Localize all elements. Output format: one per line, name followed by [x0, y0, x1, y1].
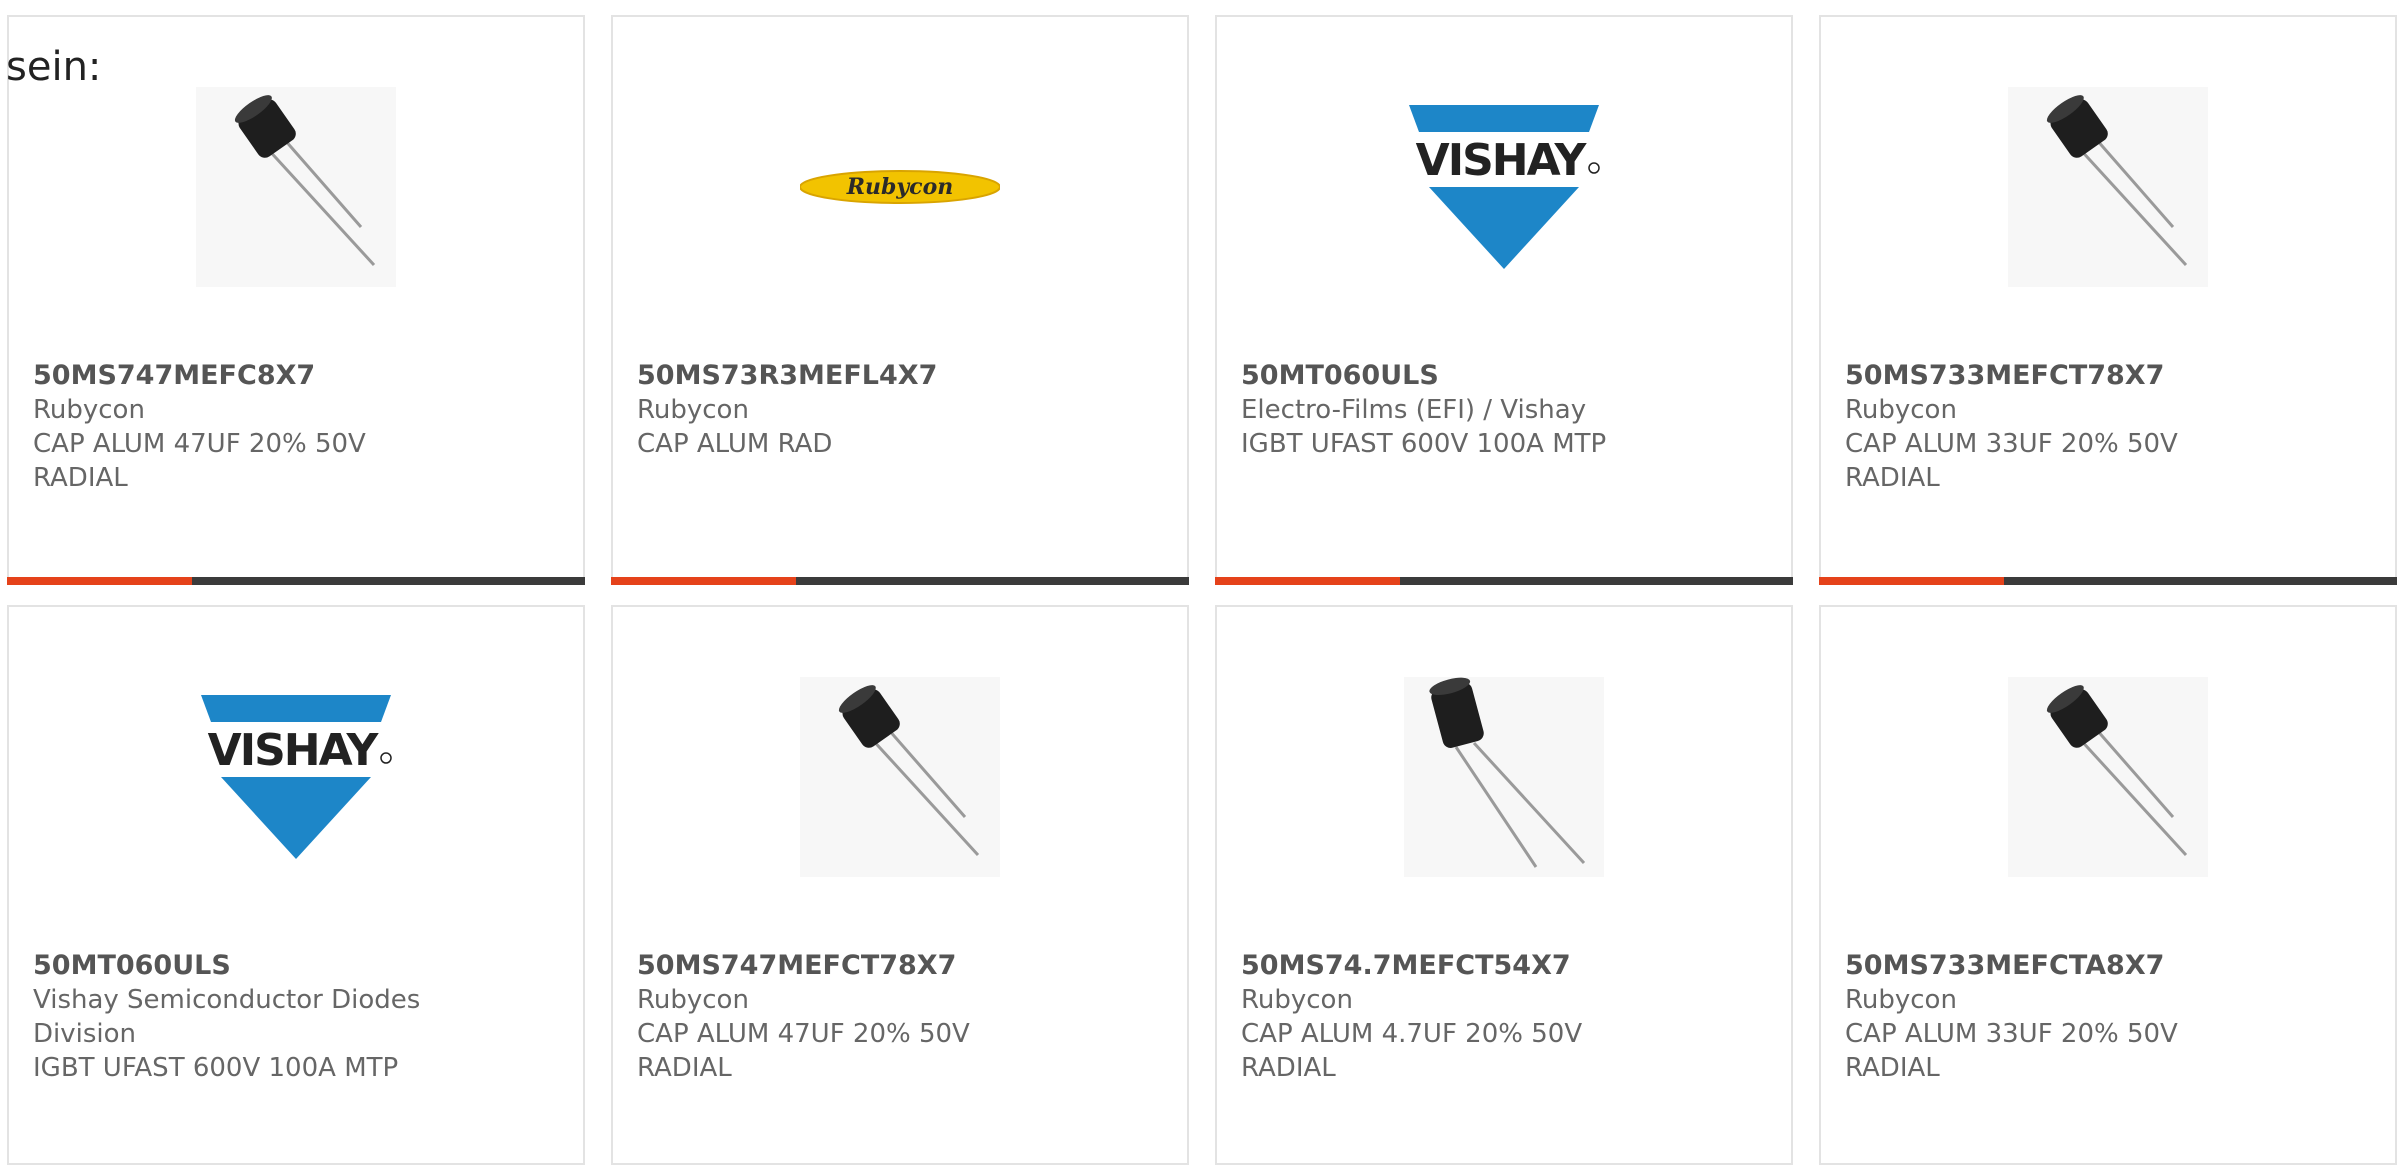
manufacturer: Vishay Semiconductor Diodes — [33, 985, 421, 1015]
manufacturer: Rubycon — [1845, 985, 1957, 1015]
part-number-link[interactable]: 50MS747MEFC8X7 — [33, 359, 563, 393]
intro-text: sein: — [6, 44, 102, 90]
part-number-link[interactable]: 50MS733MEFCTA8X7 — [1845, 949, 2375, 983]
part-number-link[interactable]: 50MS733MEFCT78X7 — [1845, 359, 2375, 393]
description: CAP ALUM 47UF 20% 50V — [33, 429, 366, 459]
description-cont: RADIAL — [1241, 1053, 1336, 1083]
card-progress-bar — [1215, 577, 1793, 585]
manufacturer: Rubycon — [1241, 985, 1353, 1015]
rubycon-logo-image[interactable]: Rubycon — [800, 87, 1000, 287]
capacitor-image[interactable] — [196, 87, 396, 287]
manufacturer: Rubycon — [1845, 395, 1957, 425]
manufacturer-cont: Division — [33, 1019, 137, 1049]
part-number-link[interactable]: 50MS73R3MEFL4X7 — [637, 359, 1167, 393]
product-info: 50MS733MEFCTA8X7 Rubycon CAP ALUM 33UF 2… — [1845, 949, 2375, 1085]
product-info: 50MS74.7MEFCT54X7 Rubycon CAP ALUM 4.7UF… — [1241, 949, 1771, 1085]
description: CAP ALUM RAD — [637, 429, 833, 459]
progress-fill — [7, 577, 192, 585]
progress-fill — [1819, 577, 2004, 585]
product-info: 50MS73R3MEFL4X7 Rubycon CAP ALUM RAD — [637, 359, 1167, 461]
rubycon-logo-icon: Rubycon — [800, 170, 1000, 204]
progress-fill — [1215, 577, 1400, 585]
part-number-link[interactable]: 50MS747MEFCT78X7 — [637, 949, 1167, 983]
manufacturer: Electro-Films (EFI) / Vishay — [1241, 395, 1587, 425]
capacitor-icon — [1429, 677, 1586, 868]
product-info: 50MT060ULS Vishay Semiconductor Diodes D… — [33, 949, 563, 1085]
product-card[interactable]: 50MS733MEFCT78X7 Rubycon CAP ALUM 33UF 2… — [1819, 15, 2397, 585]
capacitor-icon — [234, 95, 376, 267]
rubycon-logo-text: Rubycon — [846, 174, 954, 200]
product-card[interactable]: 50MS747MEFCT78X7 Rubycon CAP ALUM 47UF 2… — [611, 605, 1189, 1165]
vishay-logo-icon: VISHAY — [1409, 105, 1600, 269]
part-number-link[interactable]: 50MT060ULS — [1241, 359, 1771, 393]
part-number-link[interactable]: 50MT060ULS — [33, 949, 563, 983]
part-number-link[interactable]: 50MS74.7MEFCT54X7 — [1241, 949, 1771, 983]
progress-fill — [611, 577, 796, 585]
product-info: 50MS747MEFC8X7 Rubycon CAP ALUM 47UF 20%… — [33, 359, 563, 495]
card-progress-bar — [7, 577, 585, 585]
card-progress-bar — [1819, 577, 2397, 585]
description-cont: RADIAL — [637, 1053, 732, 1083]
product-card[interactable]: 50MS733MEFCTA8X7 Rubycon CAP ALUM 33UF 2… — [1819, 605, 2397, 1165]
vishay-logo-text: VISHAY — [1416, 135, 1588, 186]
capacitor-image[interactable] — [1404, 677, 1604, 877]
vishay-logo-image[interactable]: VISHAY — [196, 677, 396, 877]
manufacturer: Rubycon — [637, 395, 749, 425]
vishay-logo-image[interactable]: VISHAY — [1404, 87, 1604, 287]
product-info: 50MT060ULS Electro-Films (EFI) / Vishay … — [1241, 359, 1771, 461]
product-grid: 50MS747MEFC8X7 Rubycon CAP ALUM 47UF 20%… — [0, 0, 2400, 1165]
description-cont: RADIAL — [1845, 463, 1940, 493]
capacitor-icon — [2046, 685, 2188, 857]
manufacturer: Rubycon — [33, 395, 145, 425]
description-cont: RADIAL — [1845, 1053, 1940, 1083]
manufacturer: Rubycon — [637, 985, 749, 1015]
capacitor-image[interactable] — [2008, 677, 2208, 877]
description: CAP ALUM 33UF 20% 50V — [1845, 429, 2178, 459]
description: CAP ALUM 33UF 20% 50V — [1845, 1019, 2178, 1049]
product-info: 50MS747MEFCT78X7 Rubycon CAP ALUM 47UF 2… — [637, 949, 1167, 1085]
description-cont: RADIAL — [33, 463, 128, 493]
product-card[interactable]: Rubycon 50MS73R3MEFL4X7 Rubycon CAP ALUM… — [611, 15, 1189, 585]
card-progress-bar — [611, 577, 1189, 585]
product-card[interactable]: 50MS747MEFC8X7 Rubycon CAP ALUM 47UF 20%… — [7, 15, 585, 585]
capacitor-image[interactable] — [2008, 87, 2208, 287]
capacitor-image[interactable] — [800, 677, 1000, 877]
vishay-logo-icon: VISHAY — [201, 695, 392, 859]
product-card[interactable]: VISHAY 50MT060ULS Vishay Semiconductor D… — [7, 605, 585, 1165]
vishay-logo-text: VISHAY — [208, 725, 380, 776]
capacitor-icon — [838, 685, 980, 857]
product-card[interactable]: VISHAY 50MT060ULS Electro-Films (EFI) / … — [1215, 15, 1793, 585]
product-card[interactable]: 50MS74.7MEFCT54X7 Rubycon CAP ALUM 4.7UF… — [1215, 605, 1793, 1165]
product-info: 50MS733MEFCT78X7 Rubycon CAP ALUM 33UF 2… — [1845, 359, 2375, 495]
description: IGBT UFAST 600V 100A MTP — [33, 1053, 399, 1083]
description: CAP ALUM 4.7UF 20% 50V — [1241, 1019, 1583, 1049]
description: CAP ALUM 47UF 20% 50V — [637, 1019, 970, 1049]
description: IGBT UFAST 600V 100A MTP — [1241, 429, 1607, 459]
capacitor-icon — [2046, 95, 2188, 267]
